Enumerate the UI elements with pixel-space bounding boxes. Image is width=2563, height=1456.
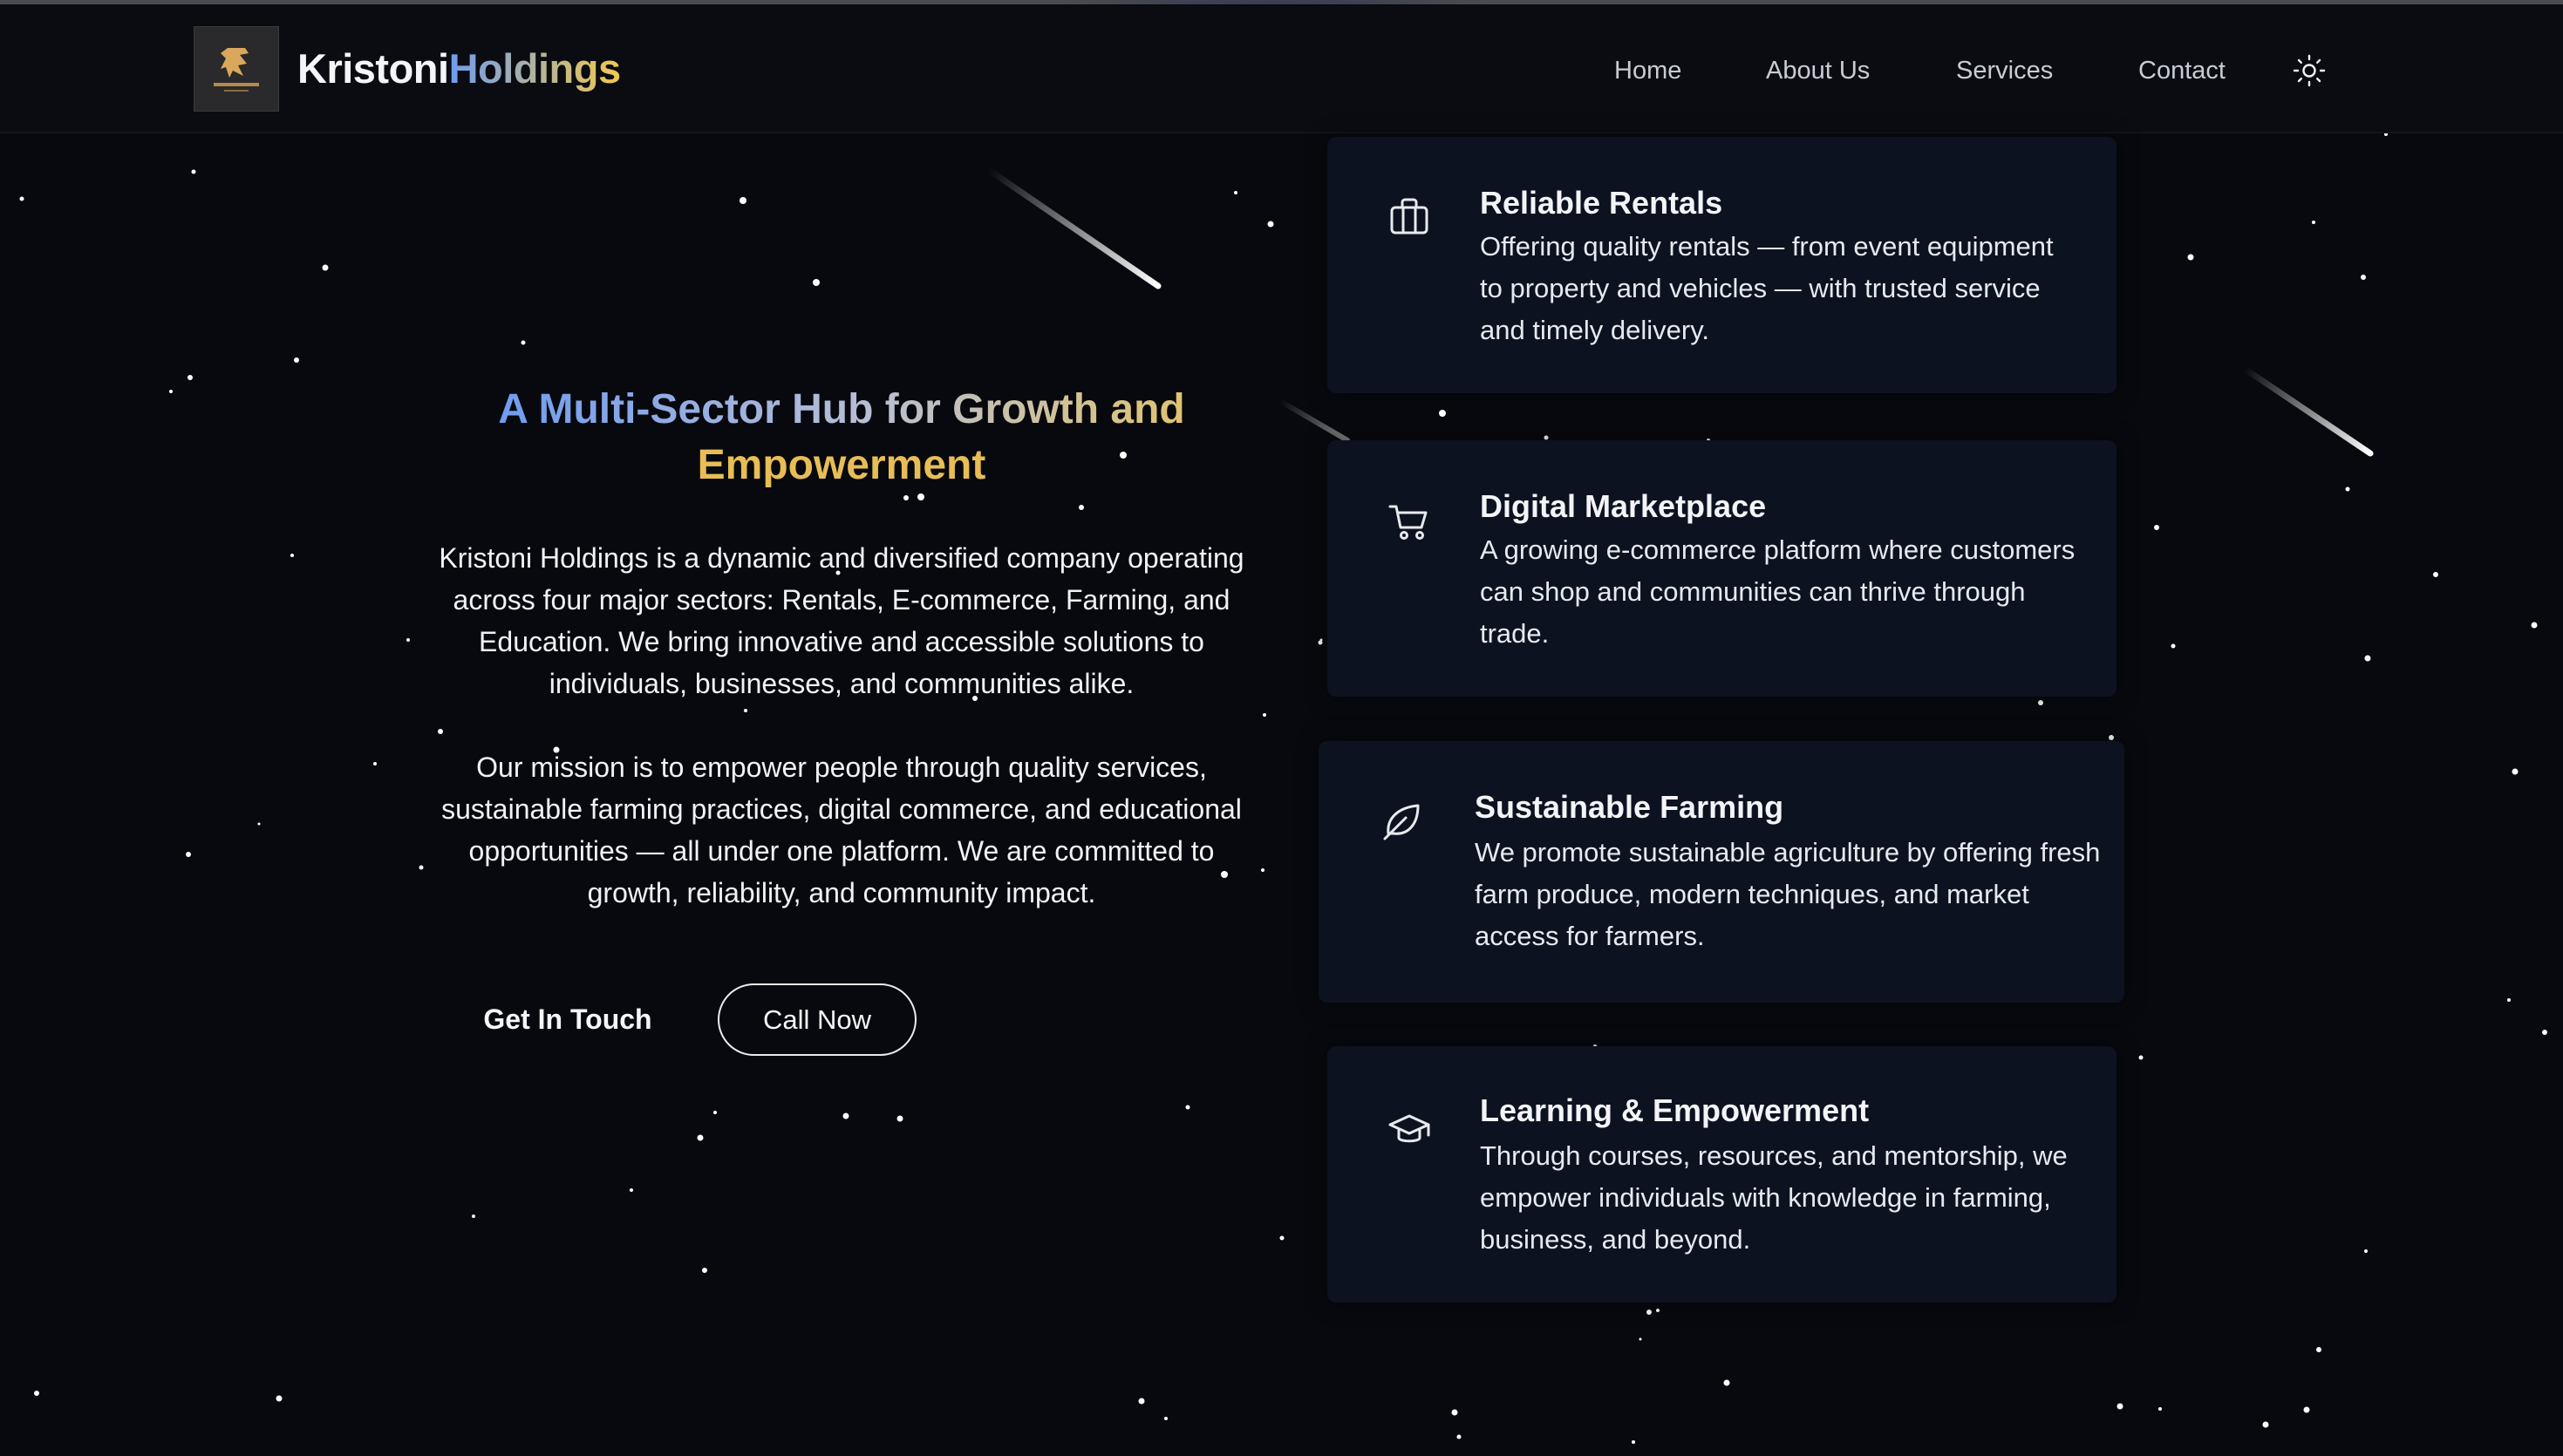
- hero-mission: Our mission is to empower people through…: [441, 752, 1242, 908]
- service-title: Reliable Rentals: [1480, 185, 1723, 221]
- briefcase-icon: [1390, 198, 1428, 235]
- service-title: Digital Marketplace: [1480, 488, 1767, 524]
- hero-title: A Multi-Sector Hub for Growth and Empowe…: [419, 382, 1264, 493]
- hero-description: Kristoni Holdings is a dynamic and diver…: [439, 542, 1244, 699]
- leaf-icon: [1383, 804, 1420, 840]
- graduation-cap-icon: [1388, 1114, 1430, 1143]
- nav-home-link[interactable]: Home: [1614, 57, 1681, 85]
- get-in-touch-button[interactable]: Get In Touch: [471, 982, 665, 1057]
- service-card-rentals: Reliable Rentals Offering quality rental…: [1327, 137, 2117, 393]
- service-card-marketplace: Digital Marketplace A growing e-commerce…: [1327, 440, 2117, 697]
- nav-services-link[interactable]: Services: [1956, 57, 2053, 85]
- site-header: KristoniHoldings Home About Us Services …: [0, 4, 2563, 133]
- nav-contact-link[interactable]: Contact: [2138, 57, 2226, 85]
- brand-name-part2: Holdings: [448, 45, 622, 92]
- starfield-background: [19, 0, 2547, 1444]
- theme-toggle-button[interactable]: [2292, 53, 2327, 88]
- sun-icon: [2293, 54, 2326, 87]
- shopping-cart-icon: [1388, 505, 1428, 540]
- service-description: We promote sustainable agriculture by of…: [1475, 837, 2101, 951]
- brand-name-part1: Kristoni: [297, 45, 449, 92]
- brand-name[interactable]: KristoniHoldings: [297, 44, 621, 92]
- company-logo[interactable]: [194, 26, 279, 112]
- shooting-star: [985, 167, 1162, 289]
- shooting-star: [2241, 365, 2374, 457]
- service-card-learning: Learning & Empowerment Through courses, …: [1327, 1046, 2117, 1303]
- service-description: A growing e-commerce platform where cust…: [1480, 534, 2076, 649]
- hero-title-line1: A Multi-Sector Hub for Growth and: [498, 386, 1185, 432]
- hero-title-line2: Empowerment: [697, 442, 986, 488]
- nav-about-link[interactable]: About Us: [1766, 57, 1870, 85]
- service-card-farming: Sustainable Farming We promote sustainab…: [1319, 741, 2124, 1003]
- logo-emblem-icon: [214, 48, 259, 92]
- shooting-star: [1278, 398, 1350, 443]
- call-now-button[interactable]: Call Now: [718, 983, 917, 1056]
- service-title: Sustainable Farming: [1475, 789, 1784, 825]
- service-title: Learning & Empowerment: [1480, 1092, 1870, 1128]
- service-description: Through courses, resources, and mentorsh…: [1480, 1140, 2068, 1255]
- service-description: Offering quality rentals — from event eq…: [1480, 231, 2054, 345]
